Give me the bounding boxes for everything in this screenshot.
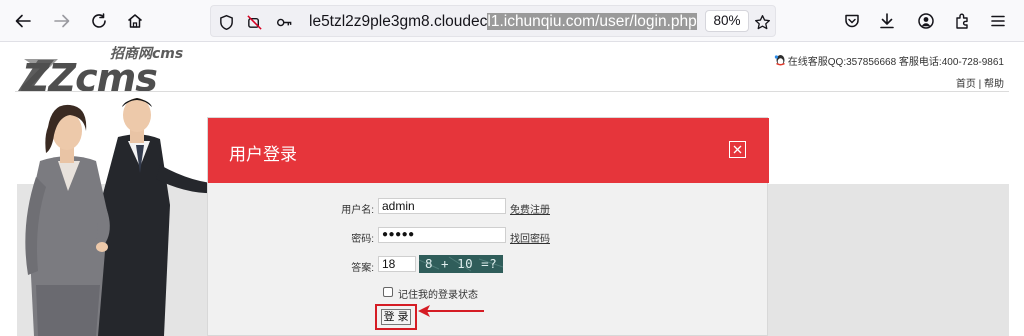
no-camera-icon[interactable]	[245, 13, 263, 31]
url-bar[interactable]: le5tzl2z9ple3gm8.cloudecl1.ichunqiu.com/…	[210, 5, 776, 37]
captcha-image[interactable]: 8 + 10 =?	[419, 255, 503, 273]
key-icon[interactable]	[275, 13, 293, 31]
header-divider	[15, 91, 1009, 92]
browser-toolbar: le5tzl2z9ple3gm8.cloudecl1.ichunqiu.com/…	[0, 0, 1024, 42]
account-icon[interactable]	[910, 5, 942, 37]
url-text[interactable]: le5tzl2z9ple3gm8.cloudecl1.ichunqiu.com/…	[309, 12, 829, 32]
reload-icon[interactable]	[83, 5, 115, 37]
site-logo[interactable]: 招商网cms ZZcms	[18, 45, 208, 100]
back-arrow-icon[interactable]	[7, 5, 39, 37]
page-content: 招商网cms ZZcms 在线客服QQ:357856668 客服电话:400-7…	[0, 43, 1024, 336]
answer-label: 答案:	[351, 263, 374, 274]
nav-separator: |	[978, 79, 982, 90]
remember-label: 记住我的登录状态	[398, 290, 478, 301]
download-icon[interactable]	[871, 5, 903, 37]
close-icon[interactable]	[729, 141, 746, 158]
logo-main-text: ZZcms	[21, 56, 157, 95]
answer-input[interactable]: 18	[378, 256, 416, 272]
remember-checkbox[interactable]	[383, 287, 393, 297]
url-selection: l1.ichunqiu.com/user/login.php	[487, 13, 697, 30]
url-prefix: le5tzl2z9ple3gm8.cloudec	[309, 13, 488, 30]
home-icon[interactable]	[119, 5, 151, 37]
captcha-text: 8 + 10 =?	[425, 256, 498, 271]
menu-icon[interactable]	[982, 5, 1014, 37]
register-link[interactable]: 免费注册	[510, 201, 550, 216]
nav-help-link[interactable]: 帮助	[984, 79, 1004, 90]
star-icon[interactable]	[753, 13, 771, 31]
pocket-icon[interactable]	[836, 5, 868, 37]
dialog-header: 用户登录	[208, 118, 769, 183]
dialog-title: 用户登录	[229, 145, 297, 164]
username-label: 用户名:	[341, 205, 374, 216]
login-button-highlight: 登 录	[375, 304, 417, 330]
shield-icon[interactable]	[217, 13, 235, 31]
annotation-arrow	[418, 305, 484, 317]
header-nav: 首页 | 帮助	[956, 75, 1004, 90]
contact-text: 在线客服QQ:357856668 客服电话:400-728-9861	[787, 57, 1004, 68]
extensions-icon[interactable]	[946, 5, 978, 37]
password-input[interactable]: ●●●●●	[378, 227, 506, 243]
password-label: 密码:	[351, 234, 374, 245]
qq-icon[interactable]	[774, 54, 787, 67]
contact-info: 在线客服QQ:357856668 客服电话:400-728-9861	[774, 53, 1004, 68]
username-input[interactable]: admin	[378, 198, 506, 214]
nav-home-link[interactable]: 首页	[956, 79, 976, 90]
login-button[interactable]: 登 录	[381, 309, 411, 325]
forward-arrow-icon[interactable]	[46, 5, 78, 37]
login-dialog: 用户登录 用户名: admin 免费注册 密码: ●●●●● 找回密码 答案: …	[207, 117, 769, 336]
zoom-badge[interactable]: 80%	[705, 10, 749, 32]
forgot-password-link[interactable]: 找回密码	[510, 230, 550, 245]
